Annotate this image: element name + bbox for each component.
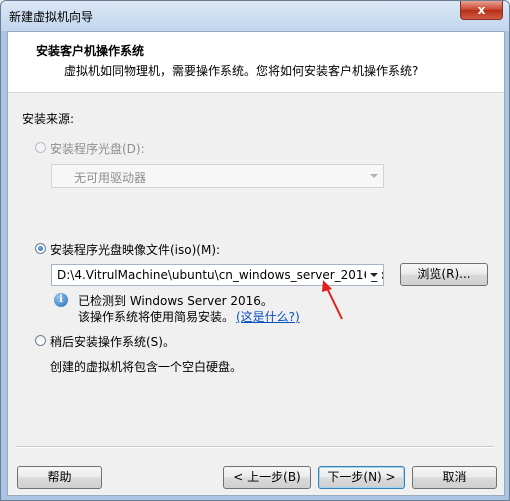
footer-divider bbox=[16, 446, 494, 448]
detected-os-text: 已检测到 Windows Server 2016。 bbox=[78, 294, 273, 308]
wizard-window: 新建虚拟机向导 x 安装客户机操作系统 虚拟机如同物理机，需要操作系统。您将如何… bbox=[0, 0, 510, 501]
close-button[interactable]: x bbox=[460, 1, 503, 20]
install-later-radio[interactable] bbox=[35, 335, 46, 346]
chevron-down-icon[interactable] bbox=[370, 273, 378, 277]
page-subtitle: 虚拟机如同物理机，需要操作系统。您将如何安装客户机操作系统? bbox=[64, 64, 419, 78]
install-later-label[interactable]: 稍后安装操作系统(S)。 bbox=[50, 333, 175, 350]
window-title: 新建虚拟机向导 bbox=[9, 10, 94, 24]
wizard-header: 安装客户机操作系统 虚拟机如同物理机，需要操作系统。您将如何安装客户机操作系统? bbox=[8, 32, 504, 93]
cancel-button[interactable]: 取消 bbox=[412, 466, 497, 489]
what-is-this-link[interactable]: (这是什么?) bbox=[236, 308, 300, 325]
iso-option-label[interactable]: 安装程序光盘映像文件(iso)(M): bbox=[50, 241, 220, 258]
browse-button[interactable]: 浏览(R)... bbox=[400, 263, 488, 286]
title-bar[interactable]: 新建虚拟机向导 x bbox=[1, 1, 509, 31]
help-button[interactable]: 帮助 bbox=[17, 466, 102, 489]
chevron-down-icon bbox=[370, 174, 378, 178]
wizard-body: 安装客户机操作系统 虚拟机如同物理机，需要操作系统。您将如何安装客户机操作系统?… bbox=[7, 31, 505, 496]
iso-radio[interactable] bbox=[35, 243, 46, 254]
source-label: 安装来源: bbox=[22, 112, 75, 126]
easy-install-text: 该操作系统将使用简易安装。 bbox=[78, 310, 235, 324]
page-title: 安装客户机操作系统 bbox=[36, 44, 145, 58]
disc-drive-dropdown[interactable]: 无可用驱动器 bbox=[51, 164, 384, 188]
next-button[interactable]: 下一步(N) > bbox=[318, 466, 405, 489]
install-later-description: 创建的虚拟机将包含一个空白硬盘。 bbox=[50, 360, 243, 374]
disc-option-label[interactable]: 安装程序光盘(D): bbox=[50, 140, 145, 157]
disc-drive-value: 无可用驱动器 bbox=[74, 171, 147, 185]
disc-radio[interactable] bbox=[35, 142, 46, 153]
annotation-arrow-icon bbox=[322, 280, 343, 320]
info-icon: i bbox=[54, 293, 68, 307]
back-button[interactable]: < 上一步(B) bbox=[223, 466, 311, 489]
